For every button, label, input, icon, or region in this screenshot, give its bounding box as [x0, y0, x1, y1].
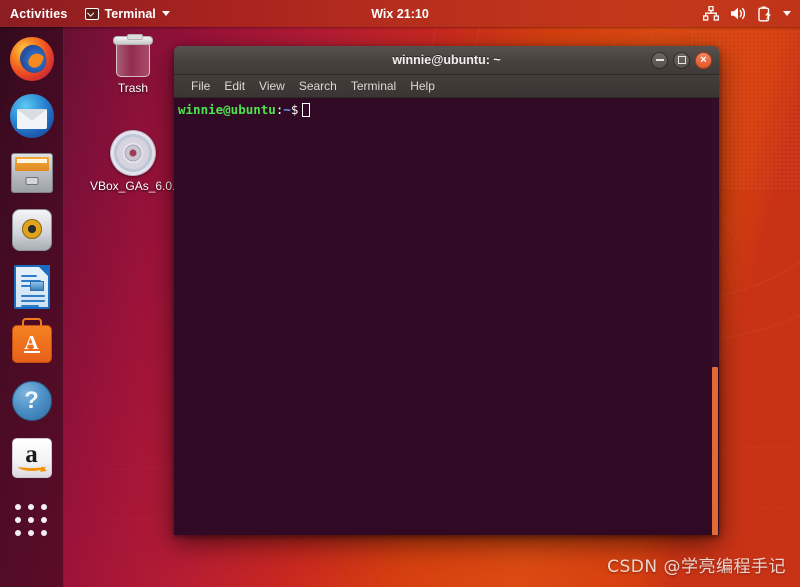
menu-item-view[interactable]: View	[252, 77, 292, 95]
rhythmbox-icon	[11, 209, 52, 251]
show-applications-icon	[14, 504, 49, 538]
terminal-menu-bar: File Edit View Search Terminal Help	[174, 75, 719, 98]
chevron-down-icon	[161, 11, 170, 16]
ubuntu-software-icon: A	[11, 325, 52, 363]
battery-charging-icon[interactable]	[758, 6, 772, 22]
desktop-icon-label: Trash	[117, 81, 149, 95]
dock-item-amazon[interactable]: a	[8, 434, 56, 482]
files-icon	[10, 153, 53, 193]
terminal-title: winnie@ubuntu: ~	[392, 53, 501, 67]
dock-item-ubuntu-software[interactable]: A	[8, 320, 56, 368]
volume-icon[interactable]	[730, 6, 747, 21]
menu-item-help[interactable]: Help	[403, 77, 442, 95]
cdrom-icon	[110, 130, 156, 176]
maximize-button[interactable]	[673, 51, 690, 69]
terminal-icon	[84, 7, 99, 20]
desktop-icon-trash[interactable]: Trash	[90, 34, 176, 95]
dock-item-help[interactable]: ?	[8, 377, 56, 425]
dock-item-files[interactable]	[8, 149, 56, 197]
desktop-icon-vbox-guest-additions-cd[interactable]: VBox_GAs_6.0.12	[90, 130, 189, 193]
app-indicator-label: Terminal	[104, 6, 156, 21]
terminal-output-area[interactable]: winnie@ubuntu:~$	[174, 98, 719, 535]
menu-item-search[interactable]: Search	[292, 77, 344, 95]
prompt-dollar: $	[290, 102, 299, 117]
close-icon: ×	[700, 53, 707, 66]
trash-icon	[113, 34, 153, 78]
minimize-button[interactable]	[651, 51, 668, 69]
dock-item-libreoffice-writer[interactable]	[8, 263, 56, 311]
minimize-icon	[655, 59, 664, 61]
system-menu-chevron-icon[interactable]	[783, 11, 791, 16]
libreoffice-writer-icon	[13, 265, 50, 309]
thunderbird-icon	[9, 94, 54, 138]
menu-item-file[interactable]: File	[184, 77, 217, 95]
prompt-path: ~	[283, 102, 291, 117]
terminal-title-bar[interactable]: winnie@ubuntu: ~ ×	[174, 46, 719, 75]
dock-item-thunderbird[interactable]	[8, 92, 56, 140]
dock-item-show-applications[interactable]	[8, 497, 56, 545]
activities-button[interactable]: Activities	[0, 7, 79, 21]
terminal-window[interactable]: winnie@ubuntu: ~ × File Edit View Search…	[174, 46, 719, 535]
terminal-cursor	[302, 103, 311, 117]
menu-item-edit[interactable]: Edit	[217, 77, 252, 95]
desktop-icon-label: VBox_GAs_6.0.12	[90, 179, 189, 193]
window-controls: ×	[651, 51, 719, 69]
prompt-user-host: winnie@ubuntu	[178, 102, 276, 117]
watermark: CSDN @学亮编程手记	[607, 557, 786, 577]
network-icon[interactable]	[703, 6, 719, 21]
dock-item-firefox[interactable]	[8, 35, 56, 83]
close-button[interactable]: ×	[695, 51, 712, 69]
terminal-prompt-line: winnie@ubuntu:~$	[176, 102, 717, 118]
help-icon: ?	[11, 381, 52, 421]
dock-item-rhythmbox[interactable]	[8, 206, 56, 254]
amazon-icon: a	[11, 438, 52, 478]
firefox-icon	[9, 37, 54, 81]
terminal-scrollbar-thumb[interactable]	[712, 367, 718, 535]
app-indicator-terminal[interactable]: Terminal	[79, 7, 176, 21]
maximize-icon	[677, 56, 686, 64]
menu-item-terminal[interactable]: Terminal	[344, 77, 403, 95]
dock: A ? a	[0, 27, 64, 587]
top-bar: Activities Terminal Wix 21:10	[0, 0, 800, 27]
system-tray	[703, 6, 800, 22]
